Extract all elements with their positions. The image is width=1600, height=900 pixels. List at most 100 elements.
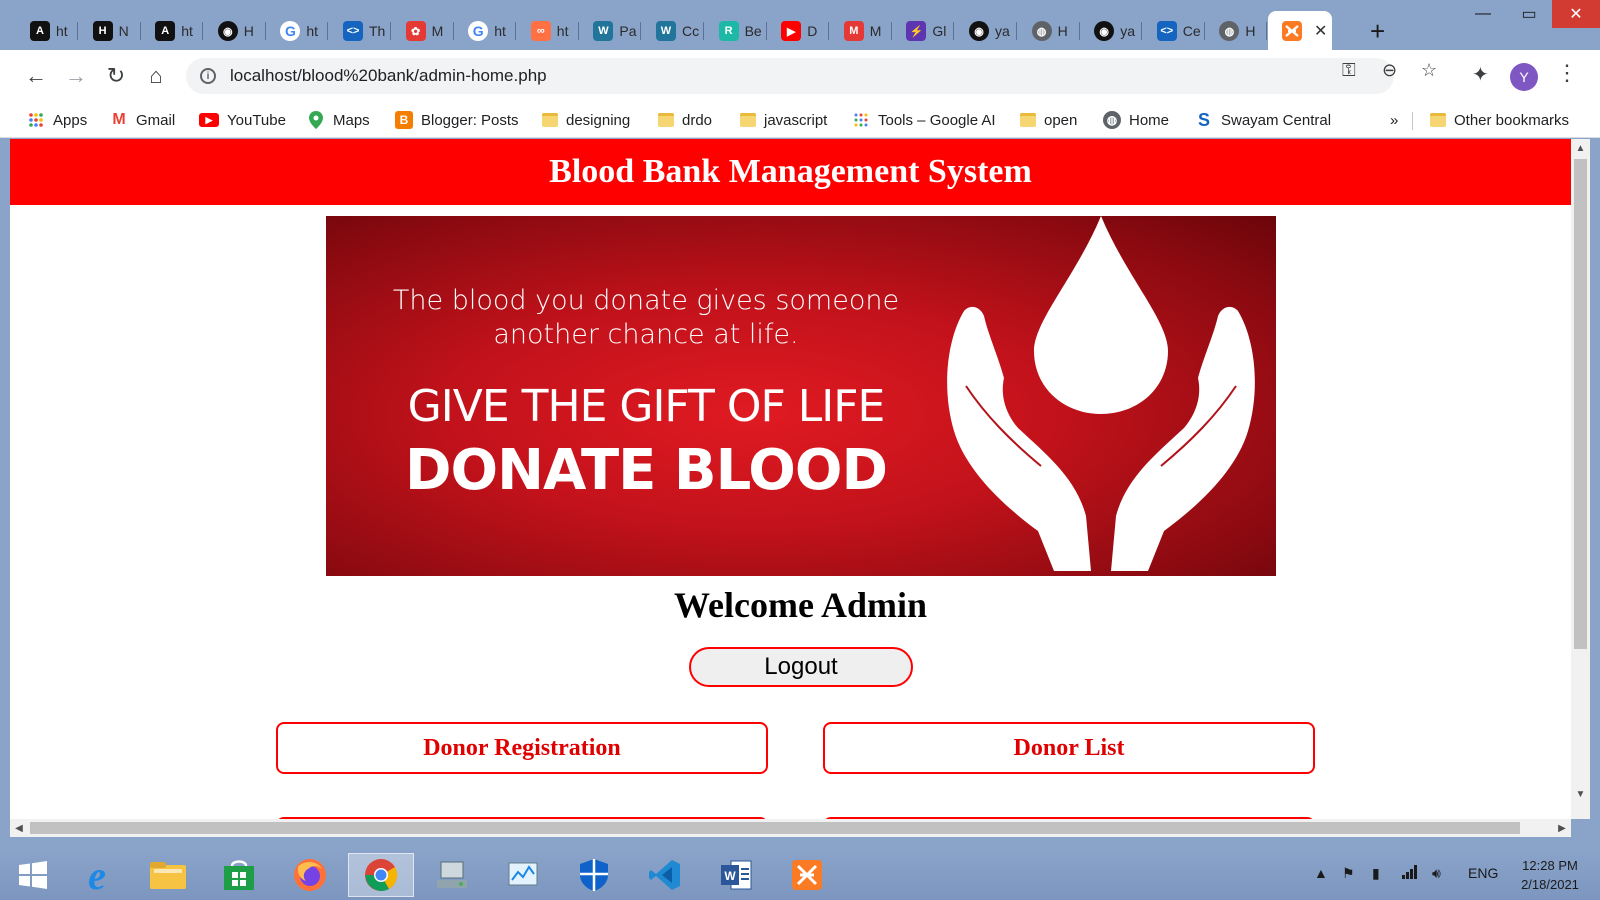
- scroll-up-icon[interactable]: ▲: [1571, 139, 1590, 157]
- network-app-icon[interactable]: [419, 853, 485, 897]
- swayam-icon: S: [1197, 109, 1210, 130]
- windows-taskbar: e W ▲ ⚑ ▮ 🔊︎ ENG 12:28 PM 2/18/2021: [0, 850, 1600, 900]
- browser-tab[interactable]: W Pa: [579, 12, 642, 50]
- github-icon: ◉: [217, 21, 238, 41]
- more-bookmarks-button[interactable]: »: [1390, 108, 1398, 132]
- bookmark-designing[interactable]: designing: [542, 108, 630, 132]
- vertical-scrollbar[interactable]: ▲ ▼: [1571, 139, 1590, 819]
- system-clock[interactable]: 12:28 PM 2/18/2021: [1510, 856, 1590, 894]
- tab-title: H: [1245, 23, 1256, 39]
- bookmark-drdo[interactable]: drdo: [658, 108, 712, 132]
- site-icon: R: [718, 21, 739, 41]
- browser-tab[interactable]: ✿ M: [392, 12, 454, 50]
- bookmark-youtube[interactable]: ▶ YouTube: [199, 108, 286, 132]
- browser-toolbar: ← → ↻ ⌂ i localhost/blood%20bank/admin-h…: [0, 50, 1600, 102]
- tab-active[interactable]: ✕: [1268, 11, 1332, 51]
- url-text[interactable]: localhost/blood%20bank/admin-home.php: [230, 66, 547, 86]
- new-tab-button[interactable]: +: [1370, 18, 1385, 44]
- action-center-flag-icon[interactable]: ⚑: [1342, 865, 1355, 882]
- task-manager-icon[interactable]: [490, 853, 556, 897]
- browser-tab[interactable]: ◉ ya: [1080, 12, 1143, 50]
- scroll-left-icon[interactable]: ◀: [10, 819, 28, 837]
- horizontal-scrollbar[interactable]: ◀ ▶: [10, 819, 1571, 837]
- bookmark-open[interactable]: open: [1020, 108, 1077, 132]
- browser-tab[interactable]: <> Th: [329, 12, 391, 50]
- battery-icon[interactable]: ▮: [1372, 865, 1380, 882]
- bookmark-javascript[interactable]: javascript: [740, 108, 827, 132]
- bookmark-star-icon[interactable]: ☆: [1421, 60, 1437, 81]
- horizontal-scroll-thumb[interactable]: [30, 822, 1520, 834]
- extensions-icon[interactable]: ✦: [1472, 62, 1489, 87]
- scroll-down-icon[interactable]: ▼: [1571, 785, 1590, 803]
- browser-tab[interactable]: Ght: [454, 12, 517, 50]
- word-icon[interactable]: W: [703, 853, 769, 897]
- browser-tab[interactable]: W Cc: [642, 12, 704, 50]
- vscode-icon[interactable]: [632, 853, 698, 897]
- info-icon[interactable]: i: [200, 68, 216, 84]
- browser-tab[interactable]: ◍ H: [1018, 12, 1080, 50]
- back-button[interactable]: ←: [22, 62, 50, 90]
- windows-defender-icon[interactable]: [561, 853, 627, 897]
- vertical-scroll-thumb[interactable]: [1574, 159, 1587, 649]
- browser-tab[interactable]: ◍ H: [1205, 12, 1268, 50]
- other-bookmarks[interactable]: Other bookmarks: [1430, 108, 1569, 132]
- bookmark-apps[interactable]: Apps: [27, 108, 87, 132]
- donor-registration-button[interactable]: Donor Registration: [276, 722, 768, 774]
- internet-explorer-icon[interactable]: e: [64, 853, 130, 898]
- donor-list-button[interactable]: Donor List: [823, 722, 1315, 774]
- forward-button[interactable]: →: [62, 62, 90, 90]
- network-signal-icon[interactable]: [1402, 865, 1418, 882]
- window-frame-left: [0, 139, 10, 839]
- profile-avatar[interactable]: Y: [1510, 63, 1538, 91]
- browser-tab[interactable]: Aht: [141, 12, 204, 50]
- menu-icon[interactable]: ⋮: [1556, 60, 1578, 86]
- browser-tab[interactable]: R Be: [705, 12, 767, 50]
- language-indicator[interactable]: ENG: [1468, 865, 1498, 881]
- browser-tab[interactable]: ▶ D: [767, 12, 830, 50]
- bookmark-blogger[interactable]: B Blogger: Posts: [395, 108, 519, 132]
- browser-tab[interactable]: MM: [830, 12, 892, 50]
- scroll-right-icon[interactable]: ▶: [1553, 819, 1571, 837]
- key-icon[interactable]: ⚿: [1342, 60, 1356, 81]
- file-explorer-icon[interactable]: [135, 853, 201, 897]
- reload-button[interactable]: ↻: [102, 62, 130, 90]
- bookmark-label: Blogger: Posts: [421, 111, 519, 129]
- browser-tab[interactable]: ◉ ya: [955, 12, 1017, 50]
- bookmark-label: Maps: [333, 111, 370, 129]
- volume-icon[interactable]: 🔊︎: [1432, 865, 1441, 882]
- browser-tab[interactable]: ⚡ Gl: [892, 12, 955, 50]
- blood-drop-hands-icon: [947, 216, 1255, 571]
- site-icon: ∞: [530, 21, 551, 41]
- browser-tab[interactable]: Ght: [266, 12, 329, 50]
- close-window-button[interactable]: ✕: [1552, 0, 1600, 28]
- bookmark-swayam[interactable]: S Swayam Central: [1195, 108, 1331, 132]
- browser-tab[interactable]: <> Ce: [1143, 12, 1205, 50]
- bookmark-gmail[interactable]: M Gmail: [110, 108, 175, 132]
- home-button[interactable]: ⌂: [142, 62, 170, 90]
- bookmark-home[interactable]: ◍ Home: [1103, 108, 1169, 132]
- xampp-taskbar-icon[interactable]: [774, 853, 840, 897]
- zoom-icon[interactable]: ⊖: [1382, 60, 1397, 81]
- google-icon: G: [280, 21, 301, 41]
- browser-tab[interactable]: ◉ H: [204, 12, 266, 50]
- show-hidden-icons[interactable]: ▲: [1314, 865, 1328, 881]
- maximize-button[interactable]: ▭: [1506, 0, 1552, 28]
- chrome-icon[interactable]: [348, 853, 414, 897]
- bookmark-label: javascript: [764, 111, 828, 129]
- start-button[interactable]: [0, 853, 66, 897]
- browser-tab[interactable]: HN: [79, 12, 141, 50]
- browser-tab[interactable]: Aht: [16, 12, 78, 50]
- close-tab-icon[interactable]: ✕: [1314, 21, 1327, 41]
- github-icon: ◉: [1094, 21, 1115, 41]
- bookmark-maps[interactable]: Maps: [307, 108, 370, 132]
- store-icon[interactable]: [206, 853, 272, 897]
- firefox-icon[interactable]: [277, 853, 343, 897]
- bookmark-label: Gmail: [136, 111, 176, 129]
- clock-time: 12:28 PM: [1522, 858, 1578, 873]
- minimize-button[interactable]: ―: [1460, 0, 1506, 28]
- address-bar[interactable]: i localhost/blood%20bank/admin-home.php: [186, 58, 1394, 94]
- logout-button[interactable]: Logout: [689, 647, 913, 687]
- banner-headline: GIVE THE GIFT OF LIFE: [407, 381, 886, 432]
- bookmark-tools[interactable]: Tools – Google AI: [852, 108, 996, 132]
- browser-tab[interactable]: ∞ ht: [517, 12, 579, 50]
